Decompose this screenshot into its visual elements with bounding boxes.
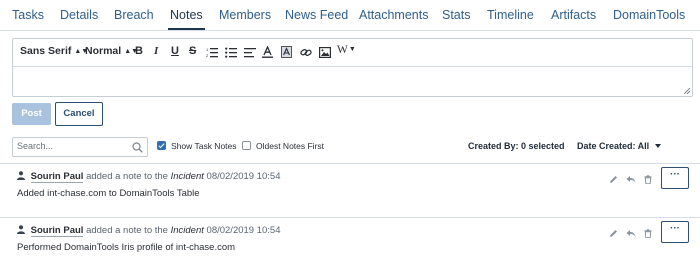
tab-news-feed[interactable]: News Feed [285,8,348,22]
note-more-button[interactable]: ··· [661,221,689,243]
show-task-notes-label: Show Task Notes [171,141,237,151]
bullet-list-icon[interactable] [225,47,237,58]
reply-icon[interactable] [626,175,636,184]
bold-button[interactable]: B [135,45,143,57]
caret-down-icon: ▼ [348,45,356,53]
search-icon[interactable] [132,142,143,153]
note-timestamp: 08/02/2019 10:54 [206,171,281,182]
tab-tasks[interactable]: Tasks [12,8,44,22]
user-icon [17,171,25,180]
tab-bar: Tasks Details Breach Notes Members News … [0,0,700,31]
more-formats-label: W [337,44,348,56]
user-icon [17,225,25,234]
note-action: added a note to the [86,225,168,236]
oldest-notes-first-label: Oldest Notes First [256,141,325,151]
reply-icon[interactable] [626,229,636,238]
editor-toolbar: Sans Serif ▲▼ Normal ▲▼ B I U S 12 W▼ [13,39,692,67]
date-created-filter[interactable]: Date Created: All [577,141,662,151]
svg-text:1: 1 [206,47,209,52]
tab-breach[interactable]: Breach [114,8,154,22]
note-item: Sourin Paul added a note to the Incident… [0,163,700,214]
note-text: Performed DomainTools Iris profile of in… [17,242,236,253]
note-target: Incident [170,171,204,182]
tab-attachments[interactable]: Attachments [359,8,428,22]
created-by-filter[interactable]: Created By: 0 selected [468,141,565,151]
cancel-button[interactable]: Cancel [55,102,103,126]
svg-text:2: 2 [206,53,209,58]
search-box [12,137,148,157]
ordered-list-icon[interactable]: 12 [206,47,218,58]
strikethrough-button[interactable]: S [189,45,196,57]
tab-stats[interactable]: Stats [442,8,471,22]
align-icon[interactable] [244,47,256,58]
note-header: Sourin Paul added a note to the Incident… [17,171,281,183]
trash-icon[interactable] [644,229,652,238]
background-color-icon[interactable] [281,46,292,58]
trash-icon[interactable] [644,175,652,184]
text-color-icon[interactable] [262,46,273,58]
note-author[interactable]: Sourin Paul [30,171,84,183]
tab-artifacts[interactable]: Artifacts [551,8,596,22]
note-author[interactable]: Sourin Paul [30,225,84,237]
tab-timeline[interactable]: Timeline [487,8,534,22]
tab-details[interactable]: Details [60,8,98,22]
underline-button[interactable]: U [171,45,179,57]
font-family-value: Sans Serif [20,45,72,57]
resize-grip-icon[interactable] [684,88,690,94]
note-more-button[interactable]: ··· [661,167,689,189]
note-timestamp: 08/02/2019 10:54 [206,225,281,236]
more-formats-button[interactable]: W▼ [337,44,356,56]
italic-button[interactable]: I [154,45,158,57]
image-icon[interactable] [319,47,331,58]
note-target: Incident [170,225,204,236]
edit-icon[interactable] [609,175,618,184]
note-header: Sourin Paul added a note to the Incident… [17,225,281,237]
link-icon[interactable] [300,47,312,58]
font-size-value: Normal [85,45,122,57]
font-size-select[interactable]: Normal ▲▼ [85,45,138,57]
font-family-select[interactable]: Sans Serif ▲▼ [20,45,88,57]
oldest-notes-first-checkbox[interactable] [242,141,251,150]
tab-domaintools[interactable]: DomainTools [613,8,685,22]
tab-notes[interactable]: Notes [168,8,205,30]
note-item: Sourin Paul added a note to the Incident… [0,217,700,268]
search-input[interactable] [17,141,127,151]
show-task-notes-checkbox[interactable] [157,141,166,150]
note-text-area[interactable] [13,67,692,96]
note-action: added a note to the [86,171,168,182]
date-created-label: Date Created: All [577,141,650,151]
post-button[interactable]: Post [12,103,51,125]
note-editor: Sans Serif ▲▼ Normal ▲▼ B I U S 12 W▼ [12,38,693,97]
edit-icon[interactable] [609,229,618,238]
tab-members[interactable]: Members [219,8,271,22]
caret-down-icon [655,144,662,148]
note-text: Added int-chase.com to DomainTools Table [17,188,200,199]
